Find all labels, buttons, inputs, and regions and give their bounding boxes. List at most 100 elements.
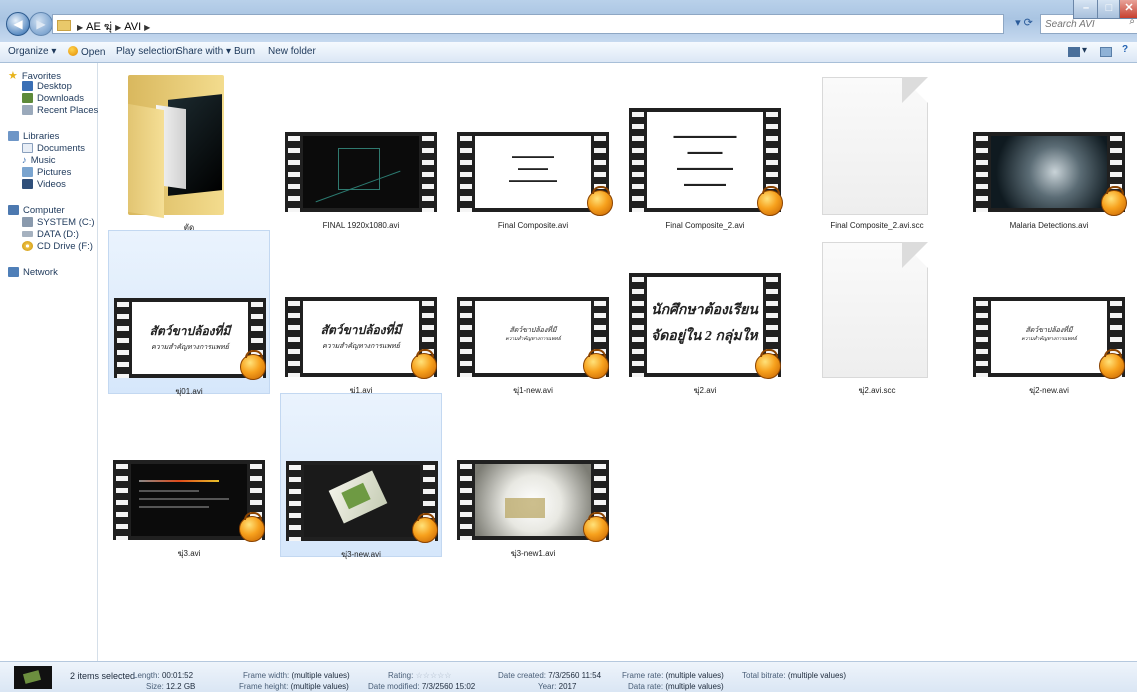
computer-icon bbox=[8, 205, 19, 215]
sidebar-item-desktop[interactable]: Desktop bbox=[22, 81, 72, 93]
breadcrumb-item[interactable]: AVI bbox=[124, 21, 141, 33]
help-icon[interactable]: ? bbox=[1122, 44, 1128, 55]
video-thumbnail: ▬▬▬▬▬▬▬▬▬ ▬▬▬▬▬ ▬▬▬▬▬▬▬▬ ▬▬▬▬▬▬ bbox=[629, 108, 783, 216]
file-item[interactable]: ฆุ่2.avi.scc bbox=[796, 230, 958, 395]
date-created-label: Date created: bbox=[498, 671, 547, 680]
sidebar-item-videos[interactable]: Videos bbox=[22, 179, 66, 191]
preview-pane-icon[interactable] bbox=[1100, 47, 1112, 57]
view-dropdown-icon[interactable]: ▾ bbox=[1082, 45, 1087, 56]
hard-drive-icon bbox=[22, 231, 33, 237]
sidebar-item-favorites[interactable]: ★ Favorites bbox=[8, 69, 61, 82]
sidebar-item-downloads[interactable]: Downloads bbox=[22, 93, 84, 105]
folder-icon bbox=[128, 67, 224, 219]
sidebar-item-libraries[interactable]: Libraries bbox=[8, 131, 59, 143]
sidebar-item-recent-places[interactable]: Recent Places bbox=[22, 105, 98, 117]
video-thumbnail bbox=[973, 132, 1127, 216]
open-button[interactable]: Open bbox=[68, 46, 105, 58]
sidebar-item-label: Pictures bbox=[37, 167, 72, 178]
file-item[interactable]: ฆุ่3-new1.avi bbox=[452, 393, 614, 558]
file-item[interactable]: ▬▬▬▬▬▬▬▬▬ ▬▬▬▬▬ ▬▬▬▬▬▬▬▬ ▬▬▬▬▬▬ Final Co… bbox=[624, 65, 786, 230]
video-thumbnail: สัตว์ขาปล้องที่มี ความสำคัญทางการแพทย์ bbox=[457, 297, 609, 379]
file-item[interactable]: Final Composite_2.avi.scc bbox=[796, 65, 958, 230]
video-thumbnail bbox=[457, 460, 609, 542]
address-bar[interactable]: ▶ AE ฆุ่ ▶ AVI ▶ bbox=[52, 14, 1004, 34]
organize-button[interactable]: Organize ▾ bbox=[8, 46, 56, 57]
sidebar-item-documents[interactable]: Documents bbox=[22, 143, 85, 155]
sidebar-item-data-drive[interactable]: DATA (D:) bbox=[22, 229, 79, 241]
sidebar-item-cd-drive[interactable]: CD Drive (F:) bbox=[22, 241, 93, 253]
media-player-badge-icon bbox=[412, 513, 438, 543]
file-item[interactable]: ฆุ่3.avi bbox=[108, 393, 270, 558]
file-item[interactable]: Malaria Detections.avi bbox=[968, 65, 1130, 230]
chevron-right-icon[interactable]: ▶ bbox=[77, 23, 83, 32]
year-value[interactable]: 2017 bbox=[559, 682, 577, 691]
data-rate-label: Data rate: bbox=[628, 682, 664, 691]
view-options-icon[interactable] bbox=[1068, 47, 1080, 57]
date-modified-field: Date modified: 7/3/2560 15:02 bbox=[368, 682, 475, 691]
new-folder-button[interactable]: New folder bbox=[268, 46, 316, 57]
file-item[interactable]: สัตว์ขาปล้องที่มี ความสำคัญทางการแพทย์ ฆ… bbox=[108, 230, 270, 396]
network-icon bbox=[8, 267, 19, 277]
file-item[interactable]: ฆุ่3-new.avi bbox=[280, 393, 442, 559]
breadcrumb-item[interactable]: AE ฆุ่ bbox=[86, 21, 112, 33]
close-button[interactable]: ✕ bbox=[1119, 0, 1137, 19]
sidebar-item-label: Documents bbox=[37, 143, 86, 154]
date-created-value[interactable]: 7/3/2560 11:54 bbox=[548, 671, 601, 680]
rating-stars-icon[interactable]: ☆☆☆☆☆ bbox=[416, 671, 452, 680]
file-item[interactable]: สัตว์ขาปล้องที่มี ความสำคัญทางการแพทย์ ฆ… bbox=[968, 230, 1130, 395]
video-thumbnail: นักศึกษาต้องเรียน จัดอยู่ใน 2 กลุ่มใหญ่ bbox=[629, 273, 781, 379]
navigation-pane: ★ Favorites Desktop Downloads Recent Plac… bbox=[0, 63, 98, 661]
maximize-button[interactable]: □ bbox=[1097, 0, 1121, 19]
frame-rate-value[interactable]: (multiple values) bbox=[666, 671, 724, 680]
media-player-badge-icon bbox=[757, 186, 783, 216]
file-item[interactable]: ตัด bbox=[108, 65, 270, 232]
data-rate-value[interactable]: (multiple values) bbox=[665, 682, 723, 691]
sidebar-item-pictures[interactable]: Pictures bbox=[22, 167, 71, 179]
breadcrumb: ▶ AE ฆุ่ ▶ AVI ▶ bbox=[57, 17, 153, 35]
file-name: FINAL 1920x1080.avi bbox=[322, 221, 400, 230]
thumbnail-caption: นักศึกษาต้องเรียน bbox=[651, 303, 758, 318]
rating-label: Rating: bbox=[388, 671, 414, 680]
media-player-badge-icon bbox=[587, 186, 613, 216]
file-item[interactable]: FINAL 1920x1080.avi bbox=[280, 65, 442, 230]
sidebar-item-network[interactable]: Network bbox=[8, 267, 58, 279]
back-arrow-icon: ◀ bbox=[13, 17, 23, 31]
minimize-button[interactable]: – bbox=[1073, 0, 1099, 19]
play-selection-button[interactable]: Play selection bbox=[116, 46, 178, 57]
sidebar-item-label: Downloads bbox=[37, 93, 84, 104]
back-button[interactable]: ◀ bbox=[6, 12, 30, 36]
sidebar-item-music[interactable]: ♪ Music bbox=[22, 155, 56, 167]
frame-rate-field: Frame rate: (multiple values) bbox=[622, 671, 724, 680]
file-name: ฆุ่3-new.avi bbox=[341, 550, 381, 559]
date-modified-value[interactable]: 7/3/2560 15:02 bbox=[422, 682, 475, 691]
command-bar: Organize ▾ Open Play selection Share wit… bbox=[0, 42, 1137, 63]
thumbnail-caption: สัตว์ขาปล้องที่มี bbox=[149, 324, 231, 338]
refresh-button[interactable]: ▾ ⟳ bbox=[1010, 14, 1038, 32]
video-thumbnail bbox=[113, 460, 265, 542]
share-with-button[interactable]: Share with ▾ bbox=[176, 46, 231, 57]
length-value[interactable]: 00:01:52 bbox=[162, 671, 193, 680]
forward-button[interactable]: ▶ bbox=[29, 12, 53, 36]
frame-width-value[interactable]: (multiple values) bbox=[291, 671, 349, 680]
burn-button[interactable]: Burn bbox=[234, 46, 255, 57]
chevron-right-icon[interactable]: ▶ bbox=[144, 23, 150, 32]
frame-height-value[interactable]: (multiple values) bbox=[291, 682, 349, 691]
file-name: Final Composite.avi bbox=[497, 221, 569, 230]
media-player-badge-icon bbox=[239, 512, 265, 542]
chevron-right-icon[interactable]: ▶ bbox=[115, 23, 121, 32]
file-item[interactable]: สัตว์ขาปล้องที่มี ความสำคัญทางการแพทย์ ฆ… bbox=[452, 230, 614, 395]
recent-places-icon bbox=[22, 105, 33, 115]
year-field: Year: 2017 bbox=[538, 682, 576, 691]
sidebar-item-computer[interactable]: Computer bbox=[8, 205, 65, 217]
sidebar-item-label: Recent Places bbox=[37, 105, 99, 116]
sidebar-item-label: Libraries bbox=[23, 131, 60, 142]
total-bitrate-value[interactable]: (multiple values) bbox=[788, 671, 846, 680]
file-item[interactable]: สัตว์ขาปล้องที่มี ความสำคัญทางการแพทย์ ฆ… bbox=[280, 230, 442, 395]
blank-file-icon bbox=[822, 242, 928, 378]
sidebar-item-label: Network bbox=[23, 267, 58, 278]
data-rate-field: Data rate: (multiple values) bbox=[628, 682, 724, 691]
frame-width-field: Frame width: (multiple values) bbox=[243, 671, 350, 680]
file-item[interactable]: นักศึกษาต้องเรียน จัดอยู่ใน 2 กลุ่มใหญ่ … bbox=[624, 230, 786, 395]
sidebar-item-system-drive[interactable]: SYSTEM (C:) bbox=[22, 217, 95, 229]
file-item[interactable]: ▬▬▬▬▬▬▬ ▬▬▬▬▬ ▬▬▬▬▬▬▬▬ Final Composite.a… bbox=[452, 65, 614, 230]
